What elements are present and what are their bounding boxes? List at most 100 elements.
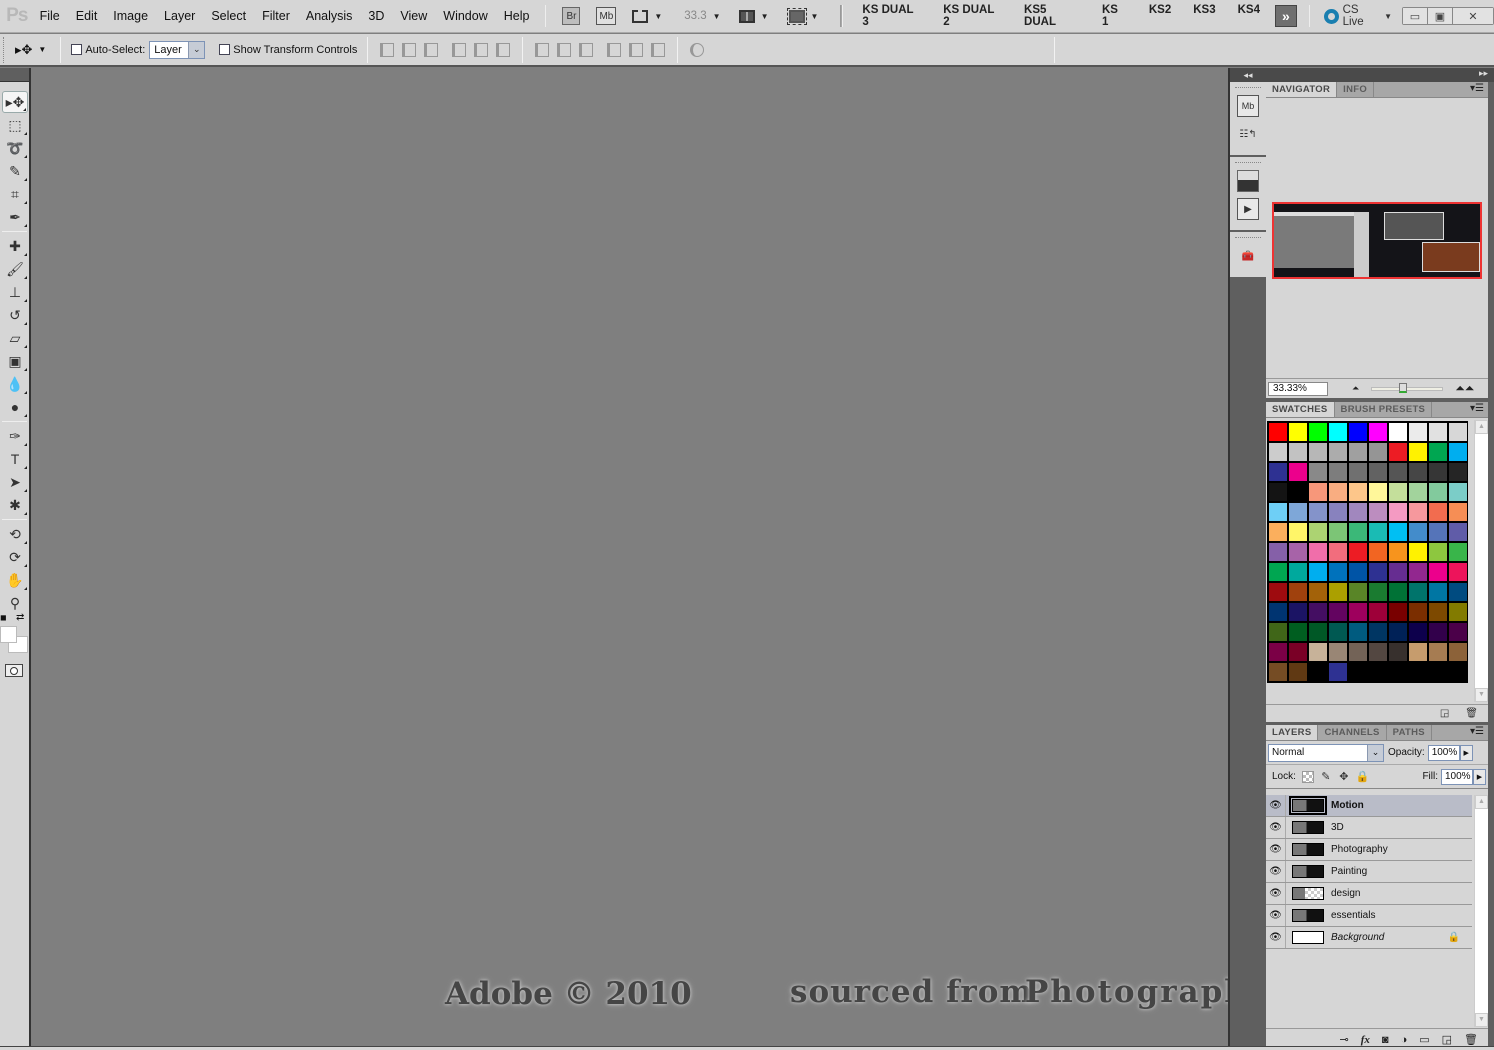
fill-slider-button[interactable]: ▶ xyxy=(1473,768,1486,785)
color-swatch[interactable] xyxy=(1328,582,1348,602)
workspace-ks-dual-2[interactable]: KS DUAL 2 xyxy=(932,4,1013,28)
tab-layers[interactable]: LAYERS xyxy=(1266,725,1319,740)
lock-pixels-icon[interactable]: ✎ xyxy=(1320,771,1332,783)
layer-row[interactable]: 👁 Painting xyxy=(1266,861,1472,883)
color-swatch[interactable] xyxy=(1408,582,1428,602)
history-icon[interactable]: ☷↰ xyxy=(1237,123,1259,145)
color-swatch[interactable] xyxy=(1288,622,1308,642)
color-swatch[interactable] xyxy=(1268,662,1288,682)
lock-transparent-icon[interactable] xyxy=(1301,770,1314,783)
menu-3d[interactable]: 3D xyxy=(360,0,392,33)
color-swatch[interactable] xyxy=(1408,562,1428,582)
color-swatch[interactable] xyxy=(1348,642,1368,662)
color-swatch[interactable] xyxy=(1308,562,1328,582)
color-swatch[interactable] xyxy=(1408,522,1428,542)
color-swatch[interactable] xyxy=(1448,502,1468,522)
swatches-scrollbar[interactable]: ▲ ▼ xyxy=(1474,420,1488,702)
color-swatch[interactable] xyxy=(1388,582,1408,602)
workspace-ks2[interactable]: KS2 xyxy=(1138,4,1182,28)
collapse-dock-button[interactable]: ◂◂ xyxy=(1230,68,1266,82)
color-swatch[interactable] xyxy=(1288,502,1308,522)
color-swatch[interactable] xyxy=(1328,522,1348,542)
color-swatch[interactable] xyxy=(1268,542,1288,562)
color-swatch[interactable] xyxy=(1348,602,1368,622)
tool-presets-icon[interactable]: 🧰 xyxy=(1237,245,1259,267)
color-swatch[interactable] xyxy=(1308,542,1328,562)
new-group-icon[interactable]: ▭ xyxy=(1419,1033,1429,1046)
color-swatch[interactable] xyxy=(1408,422,1428,442)
arrange-documents-button[interactable]: ▼ xyxy=(738,7,769,25)
visibility-eye-icon[interactable]: 👁 xyxy=(1266,839,1286,860)
color-swatch[interactable] xyxy=(1368,622,1388,642)
color-swatch[interactable] xyxy=(1428,522,1448,542)
dock-grip[interactable] xyxy=(1235,237,1261,240)
distribute-top-edges-icon[interactable] xyxy=(535,42,550,57)
align-left-edges-icon[interactable] xyxy=(452,42,467,57)
color-swatch[interactable] xyxy=(1348,502,1368,522)
pen-tool[interactable]: ✑ xyxy=(2,425,28,447)
zoom-out-icon[interactable]: ⏶ xyxy=(1352,383,1359,394)
visibility-eye-icon[interactable]: 👁 xyxy=(1266,883,1286,904)
add-mask-icon[interactable]: ◙ xyxy=(1382,1034,1389,1046)
color-swatch[interactable] xyxy=(1288,442,1308,462)
color-swatch[interactable] xyxy=(1348,422,1368,442)
color-swatch[interactable] xyxy=(1268,642,1288,662)
quick-selection-tool[interactable]: ✎ xyxy=(2,160,28,182)
zoom-in-icon[interactable]: ⏶⏶ xyxy=(1455,381,1474,396)
expand-panels-button[interactable]: ▸▸ xyxy=(1266,68,1494,82)
visibility-eye-icon[interactable]: 👁 xyxy=(1266,861,1286,882)
color-swatch[interactable] xyxy=(1388,502,1408,522)
color-swatch[interactable] xyxy=(1448,442,1468,462)
color-swatch[interactable] xyxy=(1288,582,1308,602)
color-swatch[interactable] xyxy=(1368,462,1388,482)
color-swatch[interactable] xyxy=(1268,442,1288,462)
layer-row[interactable]: 👁 Photography xyxy=(1266,839,1472,861)
color-swatch[interactable] xyxy=(1428,502,1448,522)
color-swatch[interactable] xyxy=(1268,422,1288,442)
delete-layer-icon[interactable]: 🗑 xyxy=(1464,1033,1478,1046)
link-layers-icon[interactable]: ⊸ xyxy=(1340,1033,1349,1046)
color-swatch[interactable] xyxy=(1328,602,1348,622)
menu-view[interactable]: View xyxy=(392,0,435,33)
color-swatch[interactable] xyxy=(1388,542,1408,562)
tab-paths[interactable]: PATHS xyxy=(1387,725,1432,740)
mini-bridge-icon[interactable]: Mb xyxy=(1237,95,1259,117)
dodge-tool[interactable]: ● xyxy=(2,396,28,418)
color-swatch[interactable] xyxy=(1388,642,1408,662)
dock-grip[interactable] xyxy=(1235,162,1261,165)
menu-layer[interactable]: Layer xyxy=(156,0,203,33)
color-swatch[interactable] xyxy=(1308,482,1328,502)
opacity-slider-button[interactable]: ▶ xyxy=(1459,744,1473,761)
color-swatch[interactable] xyxy=(1308,422,1328,442)
blend-mode-dropdown[interactable]: Normal ⌄ xyxy=(1268,743,1384,762)
color-swatch[interactable] xyxy=(1368,602,1388,622)
color-swatch[interactable] xyxy=(1348,622,1368,642)
panel-menu-icon[interactable]: ▾☰ xyxy=(1470,83,1484,94)
color-swatch[interactable] xyxy=(1288,542,1308,562)
color-swatch[interactable] xyxy=(1348,482,1368,502)
color-swatch[interactable] xyxy=(1448,462,1468,482)
navigator-preview[interactable] xyxy=(1272,202,1482,279)
color-swatch[interactable] xyxy=(1348,562,1368,582)
color-swatch[interactable] xyxy=(1368,522,1388,542)
color-swatch[interactable] xyxy=(1408,602,1428,622)
layer-style-icon[interactable]: fx xyxy=(1361,1034,1370,1046)
color-swatch[interactable] xyxy=(1388,482,1408,502)
foreground-color-swatch[interactable] xyxy=(0,626,17,643)
hand-tool[interactable]: ✋ xyxy=(2,569,28,591)
color-swatch[interactable] xyxy=(1368,502,1388,522)
tools-panel-header[interactable] xyxy=(0,68,29,82)
clone-stamp-tool[interactable]: ⊥ xyxy=(2,281,28,303)
color-swatch[interactable] xyxy=(1268,562,1288,582)
color-swatch[interactable] xyxy=(1408,502,1428,522)
color-swatch[interactable] xyxy=(1308,662,1328,682)
scroll-down-icon[interactable]: ▼ xyxy=(1475,688,1488,702)
zoom-slider[interactable] xyxy=(1371,382,1444,393)
tool-preset-picker[interactable]: ▸✥ ▼ xyxy=(15,42,46,58)
color-swatch[interactable] xyxy=(1288,602,1308,622)
menu-edit[interactable]: Edit xyxy=(68,0,106,33)
scroll-down-icon[interactable]: ▼ xyxy=(1475,1013,1488,1027)
zoom-level-dropdown[interactable]: 33.3 ▼ xyxy=(684,10,720,22)
menu-help[interactable]: Help xyxy=(496,0,538,33)
tab-channels[interactable]: CHANNELS xyxy=(1318,725,1387,740)
